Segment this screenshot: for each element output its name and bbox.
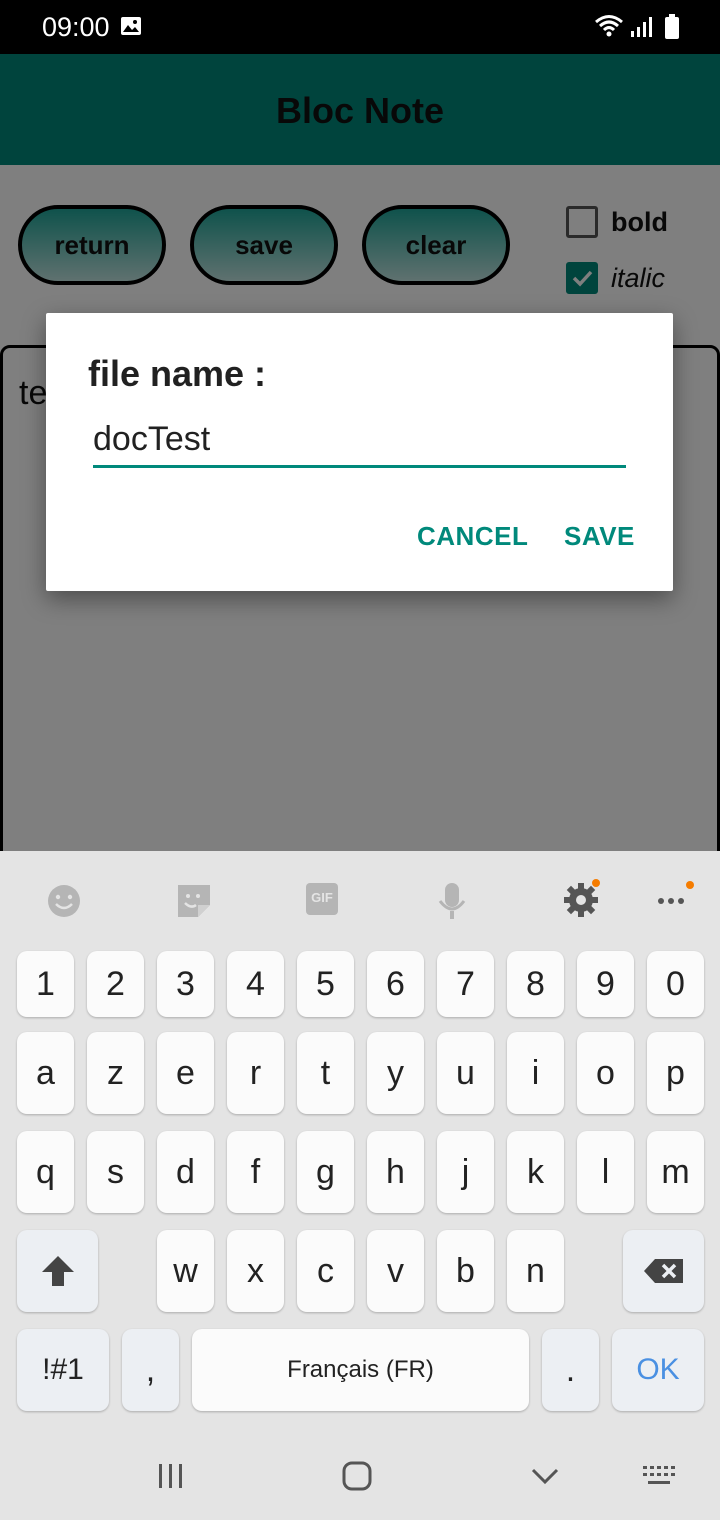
gif-icon[interactable]: GIF <box>304 881 344 921</box>
gif-label: GIF <box>311 890 333 905</box>
key-a[interactable]: a <box>17 1032 74 1114</box>
key-r[interactable]: r <box>227 1032 284 1114</box>
key-y[interactable]: y <box>367 1032 424 1114</box>
key-g[interactable]: g <box>297 1131 354 1213</box>
settings-badge <box>592 879 600 887</box>
settings-icon[interactable] <box>562 879 602 921</box>
file-name-dialog: file name : CANCEL SAVE <box>46 313 673 591</box>
recent-apps-icon[interactable] <box>156 1461 186 1496</box>
key-1[interactable]: 1 <box>17 951 74 1017</box>
key-h[interactable]: h <box>367 1131 424 1213</box>
key-7[interactable]: 7 <box>437 951 494 1017</box>
comma-key[interactable]: , <box>122 1329 179 1411</box>
keyboard-switch-icon[interactable] <box>642 1461 676 1496</box>
key-2[interactable]: 2 <box>87 951 144 1017</box>
key-s[interactable]: s <box>87 1131 144 1213</box>
symbols-key[interactable]: !#1 <box>17 1329 109 1411</box>
backspace-key[interactable] <box>623 1230 704 1312</box>
key-8[interactable]: 8 <box>507 951 564 1017</box>
more-icon[interactable] <box>656 881 696 921</box>
status-bar: 09:00 <box>0 0 720 54</box>
key-j[interactable]: j <box>437 1131 494 1213</box>
key-b[interactable]: b <box>437 1230 494 1312</box>
key-q[interactable]: q <box>17 1131 74 1213</box>
shift-arrow-icon <box>41 1256 74 1286</box>
dialog-save-button[interactable]: SAVE <box>564 521 635 552</box>
key-3[interactable]: 3 <box>157 951 214 1017</box>
key-6[interactable]: 6 <box>367 951 424 1017</box>
shift-key[interactable] <box>17 1230 98 1312</box>
wifi-icon <box>594 14 624 43</box>
image-notification-icon <box>120 16 142 41</box>
file-name-input[interactable] <box>93 413 626 468</box>
battery-icon <box>664 14 680 45</box>
key-c[interactable]: c <box>297 1230 354 1312</box>
home-icon[interactable] <box>342 1461 372 1496</box>
navigation-bar <box>0 1441 720 1520</box>
key-u[interactable]: u <box>437 1032 494 1114</box>
ok-key[interactable]: OK <box>612 1329 704 1411</box>
key-x[interactable]: x <box>227 1230 284 1312</box>
signal-icon <box>630 16 652 43</box>
cancel-button[interactable]: CANCEL <box>417 521 528 552</box>
key-f[interactable]: f <box>227 1131 284 1213</box>
sticker-icon[interactable] <box>174 881 214 921</box>
microphone-icon[interactable] <box>434 881 474 921</box>
key-l[interactable]: l <box>577 1131 634 1213</box>
key-e[interactable]: e <box>157 1032 214 1114</box>
emoji-icon[interactable] <box>44 881 84 921</box>
key-v[interactable]: v <box>367 1230 424 1312</box>
key-5[interactable]: 5 <box>297 951 354 1017</box>
key-n[interactable]: n <box>507 1230 564 1312</box>
space-key[interactable]: Français (FR) <box>192 1329 529 1411</box>
key-9[interactable]: 9 <box>577 951 634 1017</box>
key-t[interactable]: t <box>297 1032 354 1114</box>
key-z[interactable]: z <box>87 1032 144 1114</box>
more-badge <box>686 881 694 889</box>
key-m[interactable]: m <box>647 1131 704 1213</box>
key-d[interactable]: d <box>157 1131 214 1213</box>
hide-keyboard-icon[interactable] <box>530 1461 560 1496</box>
period-key[interactable]: . <box>542 1329 599 1411</box>
key-w[interactable]: w <box>157 1230 214 1312</box>
status-time: 09:00 <box>42 12 110 42</box>
key-o[interactable]: o <box>577 1032 634 1114</box>
key-k[interactable]: k <box>507 1131 564 1213</box>
backspace-icon <box>643 1259 683 1283</box>
soft-keyboard: GIF 1 2 3 4 5 6 7 8 9 0 a z e r t y u i … <box>0 851 720 1520</box>
key-p[interactable]: p <box>647 1032 704 1114</box>
key-i[interactable]: i <box>507 1032 564 1114</box>
key-0[interactable]: 0 <box>647 951 704 1017</box>
key-4[interactable]: 4 <box>227 951 284 1017</box>
dialog-title: file name : <box>88 353 267 394</box>
